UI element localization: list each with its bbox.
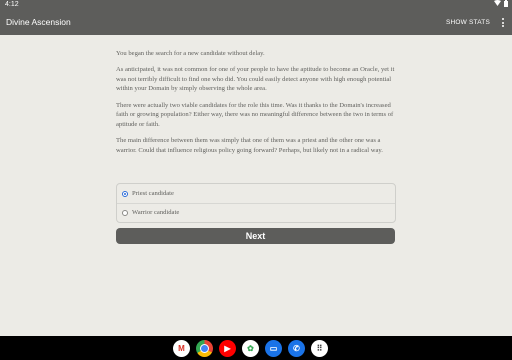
next-button[interactable]: Next [116,228,395,244]
show-stats-button[interactable]: SHOW STATS [446,10,490,35]
story-paragraph: You began the search for a new candidate… [116,50,265,57]
app-drawer-icon[interactable]: ⠿ [311,340,328,357]
app-bar: Divine Ascension SHOW STATS [0,10,512,35]
story-paragraph: There were actually two viable candidate… [116,101,394,128]
radio-button-selected[interactable] [122,190,128,197]
messages-icon[interactable]: ▭ [265,340,282,357]
status-icons [494,0,508,10]
status-time: 4:12 [5,1,19,8]
app-title: Divine Ascension [6,17,71,27]
battery-icon [504,0,508,11]
status-bar: 4:12 [0,0,512,10]
chrome-icon[interactable] [196,340,213,357]
phone-icon[interactable]: ✆ [288,340,305,357]
photos-icon[interactable]: ✿ [242,340,259,357]
choice-priest-candidate[interactable]: Priest candidate [117,184,395,204]
app-dock: M ▶ ✿ ▭ ✆ ⠿ [173,340,328,357]
radio-button[interactable] [122,209,128,216]
story-paragraph: As anticipated, it was not common for on… [116,66,395,93]
choice-label: Priest candidate [132,190,174,197]
navigation-bar: M ▶ ✿ ▭ ✆ ⠿ [0,336,512,360]
choice-label: Warrior candidate [132,209,180,216]
choice-list: Priest candidate Warrior candidate [116,183,396,223]
wifi-icon [494,0,501,10]
more-options-icon[interactable] [502,18,505,28]
youtube-icon[interactable]: ▶ [219,340,236,357]
choice-warrior-candidate[interactable]: Warrior candidate [117,203,395,222]
gmail-icon[interactable]: M [173,340,190,357]
story-text: You began the search for a new candidate… [116,49,396,162]
story-paragraph: The main difference between them was sim… [116,136,383,154]
